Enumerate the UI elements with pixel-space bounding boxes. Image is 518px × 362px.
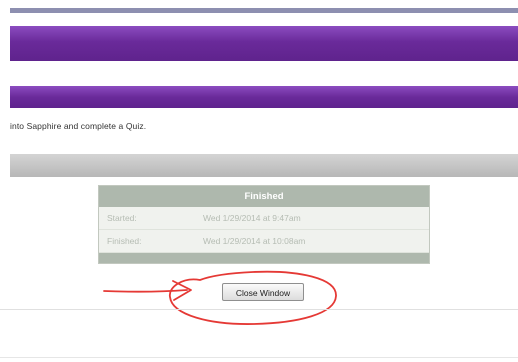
section-banner bbox=[10, 86, 518, 108]
quiz-status-table: Finished Started: Wed 1/29/2014 at 9:47a… bbox=[98, 185, 430, 264]
finished-label: Finished: bbox=[107, 236, 142, 246]
finished-value: Wed 1/29/2014 at 10:08am bbox=[203, 236, 306, 246]
quiz-finished-page: into Sapphire and complete a Quiz. Finis… bbox=[0, 0, 518, 362]
close-window-button[interactable]: Close Window bbox=[222, 283, 304, 301]
status-footer bbox=[99, 253, 429, 263]
gray-section-bar bbox=[10, 154, 518, 177]
started-label: Started: bbox=[107, 213, 137, 223]
top-divider bbox=[10, 8, 518, 13]
started-row: Started: Wed 1/29/2014 at 9:47am bbox=[99, 207, 429, 230]
status-header: Finished bbox=[99, 186, 429, 207]
finished-row: Finished: Wed 1/29/2014 at 10:08am bbox=[99, 230, 429, 253]
header-banner bbox=[10, 26, 518, 61]
red-arrow-line bbox=[103, 289, 188, 293]
page-bottom-divider bbox=[0, 357, 518, 358]
bottom-divider bbox=[0, 309, 518, 310]
instruction-text: into Sapphire and complete a Quiz. bbox=[10, 121, 147, 131]
red-arrow-head bbox=[172, 280, 192, 301]
started-value: Wed 1/29/2014 at 9:47am bbox=[203, 213, 301, 223]
